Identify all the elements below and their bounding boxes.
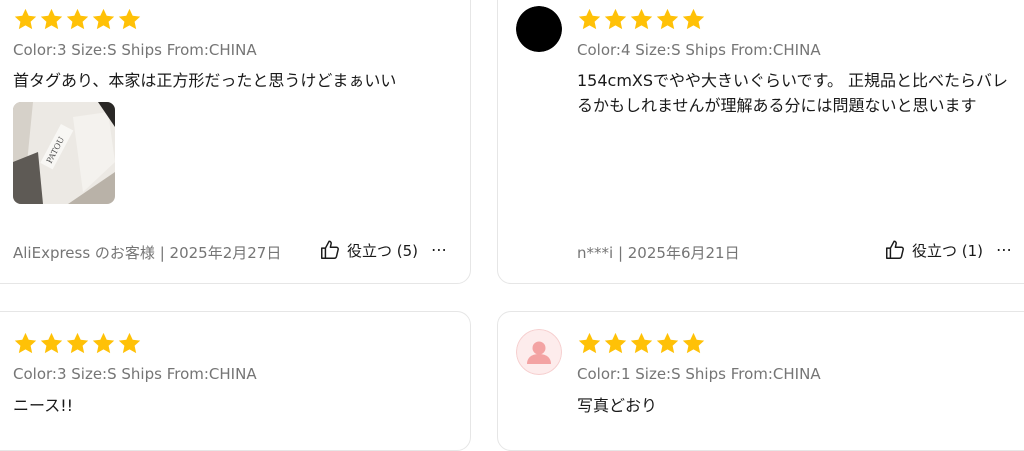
star-icon	[13, 331, 38, 356]
review-text: 154cmXSでやや大きいぐらいです。 正規品と比べたらバレるかもしれませんが理…	[577, 71, 1009, 115]
star-icon	[577, 7, 602, 32]
review-card: Color:4 Size:S Ships From:CHINA 154cmXSで…	[497, 0, 1024, 284]
review-text: 写真どおり	[577, 396, 658, 415]
star-icon	[39, 7, 64, 32]
author-date: AliExpress のお客様 | 2025年2月27日	[13, 244, 282, 262]
helpful-button[interactable]: 役立つ (1)	[884, 239, 983, 261]
review-text: ニース!!	[13, 396, 74, 415]
helpful-label: 役立つ (5)	[347, 241, 419, 260]
star-icon	[603, 331, 628, 356]
star-rating	[577, 331, 706, 356]
star-icon	[577, 331, 602, 356]
star-rating	[577, 7, 706, 32]
star-icon	[681, 7, 706, 32]
thumbs-up-icon	[319, 239, 341, 261]
sku-info: Color:3 Size:S Ships From:CHINA	[13, 41, 257, 59]
review-card: Color:1 Size:S Ships From:CHINA 写真どおり	[497, 311, 1024, 451]
review-photo[interactable]: PATOU	[13, 102, 115, 204]
sku-info: Color:1 Size:S Ships From:CHINA	[577, 365, 821, 383]
star-icon	[13, 7, 38, 32]
star-rating	[13, 331, 142, 356]
review-photo-image: PATOU	[13, 102, 115, 204]
star-icon	[65, 7, 90, 32]
star-icon	[117, 331, 142, 356]
review-card: Color:3 Size:S Ships From:CHINA ニース!!	[0, 311, 471, 451]
sku-info: Color:3 Size:S Ships From:CHINA	[13, 365, 257, 383]
reviewer-avatar	[516, 329, 562, 375]
star-icon	[91, 7, 116, 32]
review-card: Color:3 Size:S Ships From:CHINA 首タグあり、本家…	[0, 0, 471, 284]
star-icon	[629, 331, 654, 356]
star-icon	[603, 7, 628, 32]
more-options-button[interactable]: ⋯	[431, 240, 448, 259]
more-options-button[interactable]: ⋯	[996, 240, 1013, 259]
star-icon	[65, 331, 90, 356]
star-rating	[13, 7, 142, 32]
star-icon	[39, 331, 64, 356]
helpful-label: 役立つ (1)	[912, 241, 984, 260]
helpful-button[interactable]: 役立つ (5)	[319, 239, 418, 261]
star-icon	[655, 7, 680, 32]
sku-info: Color:4 Size:S Ships From:CHINA	[577, 41, 821, 59]
star-icon	[655, 331, 680, 356]
star-icon	[629, 7, 654, 32]
author-date: n***i | 2025年6月21日	[577, 244, 740, 262]
star-icon	[117, 7, 142, 32]
star-icon	[681, 331, 706, 356]
default-user-avatar-icon	[516, 329, 562, 375]
thumbs-up-icon	[884, 239, 906, 261]
star-icon	[91, 331, 116, 356]
black-circle-avatar-icon	[516, 6, 562, 52]
reviewer-avatar	[516, 6, 562, 52]
review-text: 首タグあり、本家は正方形だったと思うけどまぁいい	[13, 71, 397, 90]
